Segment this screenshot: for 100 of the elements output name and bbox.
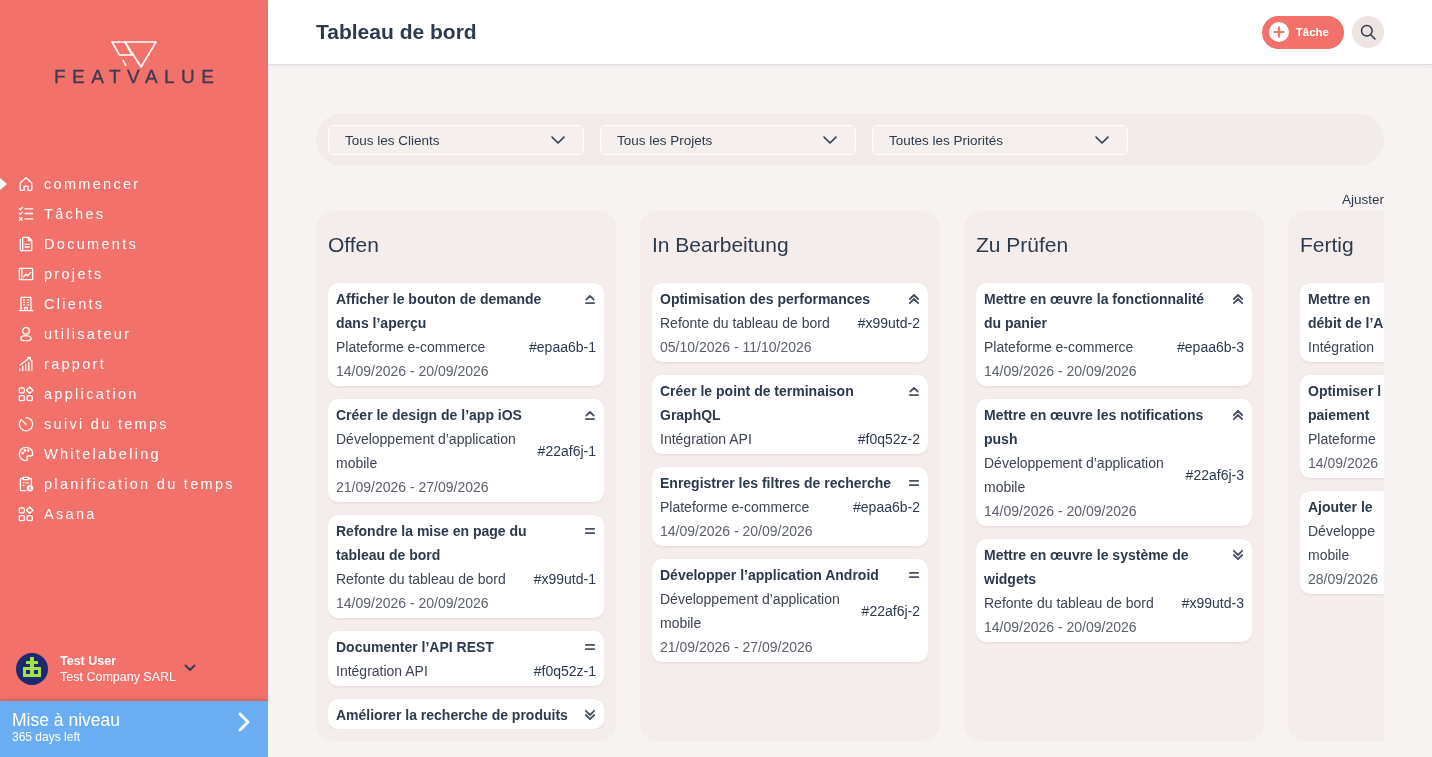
company-name: Test Company SARL [60,669,177,685]
user-name: Test User [60,653,118,669]
checklist-icon [18,206,34,222]
chevron-down-icon [551,136,565,144]
task-title: Mettre en œuvre la fonctionnalité du panier [984,290,1206,333]
filter-dropdown[interactable]: Toutes les Priorités [872,125,1128,155]
plus-icon [1268,22,1289,42]
project-name: Développement d’application mobile [336,430,517,473]
task-title: Améliorer la recherche de produits [336,706,569,725]
column-title: Offen [328,232,380,258]
upgrade-title: Mise à niveau [12,710,120,730]
task-card[interactable]: Mettre en œuvre le système de widgets Refonte du tableau de bord #x99utd-3 14/09/2026 - 20/09/2026 [976,539,1252,642]
project-name: Plateforme e-commerce [660,498,811,517]
task-title: Optimiser l paiement [1308,382,1383,425]
home-icon [18,176,34,192]
apps-grid-icon [18,506,34,522]
adjust-button[interactable]: Ajuster [1341,191,1384,209]
task-id: #x99utd-1 [533,570,596,589]
task-card[interactable]: Mettre en débit de l’A Intégration [1300,283,1384,362]
task-title: Enregistrer les filtres de recherche [660,474,893,493]
date-range: 21/09/2026 - 27/09/2026 [336,478,490,497]
task-title: Mettre en débit de l’A [1308,290,1384,333]
date-range: 14/09/2026 - 20/09/2026 [984,618,1138,637]
task-id: #epaa6b-1 [529,338,596,357]
task-title: Créer le design de l’app iOS [336,406,523,425]
date-range: 14/09/2026 - 20/09/2026 [336,594,490,613]
building-icon [18,296,34,312]
task-card[interactable]: Optimiser l paiement Plateforme 14/09/2026 [1300,375,1384,478]
task-card[interactable]: Ajouter le Développe mobile 28/09/2026 [1300,491,1384,594]
task-title: Mettre en œuvre les notifications push [984,406,1205,449]
column-title: In Bearbeitung [652,232,790,258]
project-name: Refonte du tableau de bord [984,594,1155,613]
task-title: Développer l’application Android [660,566,880,585]
project-name: Plateforme e-commerce [336,338,487,357]
project-name: Développe mobile [1308,522,1376,565]
date-range: 28/09/2026 [1308,570,1380,589]
task-id: #22af6j-2 [861,602,920,621]
project-name: Plateforme e-commerce [984,338,1135,357]
task-card[interactable]: Refondre la mise en page du tableau de bord Refonte du tableau de bord #x99utd-1 14/09/2026 - 20/09/2026 [328,515,604,618]
column-title: Zu Prüfen [976,232,1070,258]
filter-dropdown[interactable]: Tous les Clients [328,125,584,155]
user-icon [18,326,34,342]
task-title: Optimisation des performances [660,290,872,309]
date-range: 21/09/2026 - 27/09/2026 [660,638,814,657]
document-icon [18,236,34,252]
logo-wordmark: FEATVALUE [52,67,221,87]
date-range: 14/09/2026 - 20/09/2026 [984,502,1138,521]
task-card[interactable]: Documenter l’API REST Intégration API #f0q52z-1 [328,631,604,686]
project-name: Intégration [1308,338,1376,357]
task-title: Ajouter le [1308,498,1374,517]
task-title: Mettre en œuvre le système de widgets [984,546,1190,589]
bar-chart-icon [18,356,34,372]
project-name: Intégration API [336,662,429,681]
task-title: Créer le point de terminaison GraphQL [660,382,855,425]
task-card[interactable]: Développer l’application Android Développement d’application mobile #22af6j-2 21/09/2026 - 27/09/2026 [652,559,928,662]
task-card[interactable]: Améliorer la recherche de produits [328,699,604,729]
date-range: 14/09/2026 - 20/09/2026 [984,362,1138,381]
task-id: #22af6j-1 [537,442,596,461]
task-id: #f0q52z-1 [533,662,596,681]
project-name: Intégration API [660,430,753,449]
task-card[interactable]: Optimisation des performances Refonte du tableau de bord #x99utd-2 05/10/2026 - 11/10/2026 [652,283,928,362]
task-card[interactable]: Mettre en œuvre la fonctionnalité du panier Plateforme e-commerce #epaa6b-3 14/09/2026 - 20/09/2026 [976,283,1252,386]
clipboard-clock-icon [18,476,34,492]
task-title: Refondre la mise en page du tableau de bord [336,522,528,565]
chevron-down-icon [1095,136,1109,144]
date-range: 14/09/2026 - 20/09/2026 [336,362,490,381]
task-id: #f0q52z-2 [857,430,920,449]
task-card[interactable]: Créer le design de l’app iOS Développement d’application mobile #22af6j-1 21/09/2026 - 27/09/2026 [328,399,604,502]
avatar-icon [16,653,48,685]
page-title: Tableau de bord [316,19,477,45]
apps-grid-icon [18,386,34,402]
task-card[interactable]: Mettre en œuvre les notifications push Développement d’application mobile #22af6j-3 14/09/2026 - 20/09/2026 [976,399,1252,526]
date-range: 14/09/2026 [1308,454,1380,473]
task-id: #epaa6b-3 [1177,338,1244,357]
triangle-logo-icon [111,41,157,68]
column-title: Fertig [1300,232,1355,258]
task-id: #epaa6b-2 [853,498,920,517]
task-card[interactable]: Enregistrer les filtres de recherche Plateforme e-commerce #epaa6b-2 14/09/2026 - 20/09/2026 [652,467,928,546]
date-range: 05/10/2026 - 11/10/2026 [660,338,813,357]
filter-dropdown[interactable]: Tous les Projets [600,125,856,155]
date-range: 14/09/2026 - 20/09/2026 [660,522,814,541]
chevron-right-icon [238,712,250,732]
timer-icon [18,416,34,432]
task-title: Afficher le bouton de demande dans l’aperçu [336,290,543,333]
task-id: #x99utd-3 [1181,594,1244,613]
task-id: #x99utd-2 [857,314,920,333]
chevron-down-icon[interactable] [184,664,197,672]
days-left-text: 365 days left [12,730,82,745]
search-button[interactable] [1352,16,1384,48]
project-name: Refonte du tableau de bord [660,314,831,333]
chevron-down-icon [823,136,837,144]
task-card[interactable]: Créer le point de terminaison GraphQL Intégration API #f0q52z-2 [652,375,928,454]
search-icon [1360,24,1376,40]
task-id: #22af6j-3 [1185,466,1244,485]
project-name: Refonte du tableau de bord [336,570,507,589]
project-name: Développement d’application mobile [984,454,1165,497]
task-card[interactable]: Afficher le bouton de demande dans l’aperçu Plateforme e-commerce #epaa6b-1 14/09/2026 - 20/09/2026 [328,283,604,386]
project-name: Plateforme [1308,430,1377,449]
chart-icon [18,266,34,282]
palette-icon [18,446,34,462]
